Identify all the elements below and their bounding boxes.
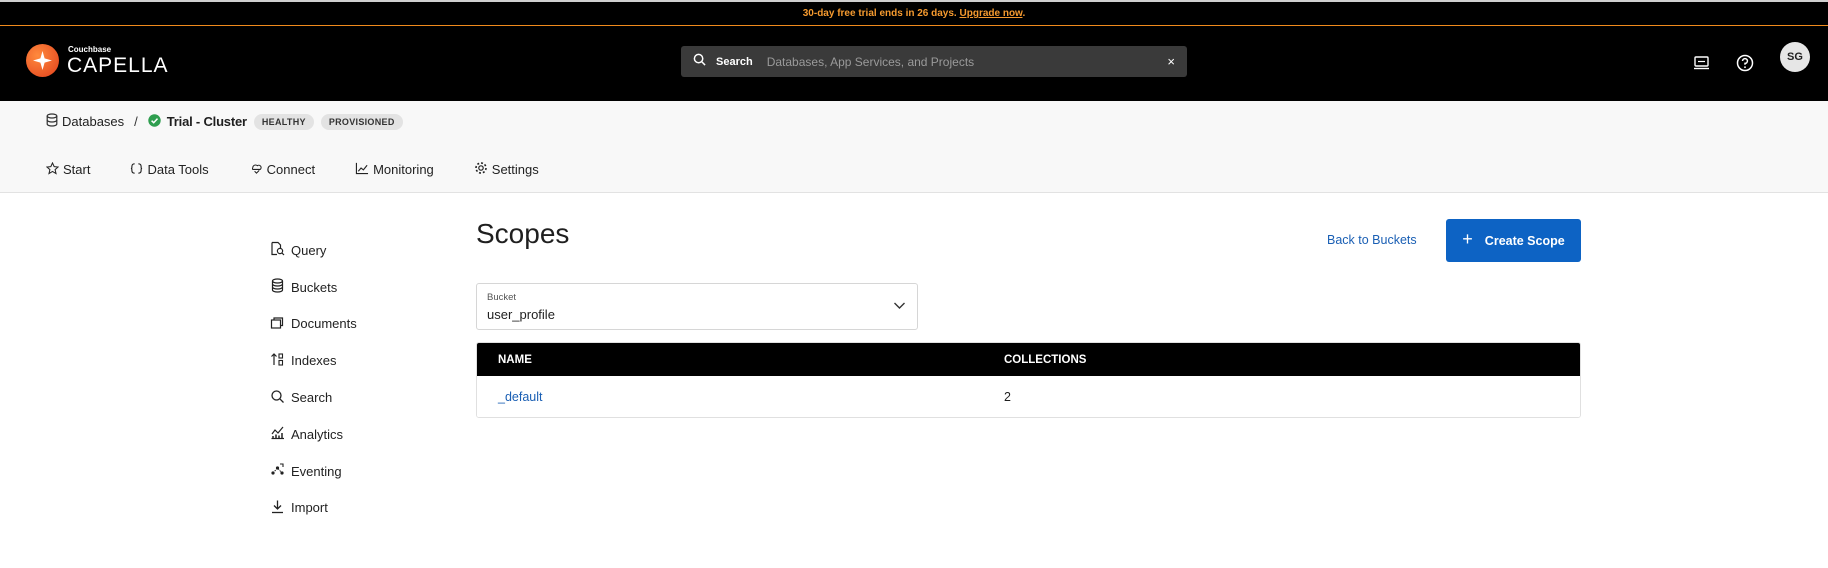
sort-index-icon [270, 352, 291, 370]
sidenav-label: Search [291, 390, 333, 406]
create-scope-label: Create Scope [1484, 233, 1565, 248]
search-icon [270, 389, 291, 407]
avatar[interactable]: SG [1780, 42, 1810, 72]
query-icon [270, 241, 291, 259]
sidenav-label: Analytics [291, 426, 344, 442]
sidenav-label: Buckets [291, 279, 338, 295]
status-badge: PROVISIONED [320, 113, 403, 130]
table-row: _default 2 [477, 376, 1580, 417]
scope-name-link[interactable]: _default [498, 390, 542, 404]
trial-banner: 30-day free trial ends in 26 days. Upgra… [0, 2, 1828, 26]
breadcrumb-separator: / [134, 114, 138, 129]
close-icon[interactable]: × [1167, 54, 1175, 69]
search-icon [693, 53, 706, 71]
trial-suffix: . [1022, 8, 1026, 19]
create-scope-button[interactable]: + Create Scope [1446, 219, 1581, 262]
braces-icon [130, 162, 147, 178]
sidenav-label: Documents [291, 316, 357, 332]
breadcrumb-databases[interactable]: Databases [62, 114, 124, 129]
global-search[interactable]: Search × [681, 46, 1187, 77]
column-header-collections[interactable]: COLLECTIONS [1004, 354, 1580, 366]
help-icon[interactable] [1735, 53, 1755, 73]
back-to-buckets-link[interactable]: Back to Buckets [1327, 233, 1417, 247]
sidenav-label: Indexes [291, 353, 337, 369]
cluster-name: Trial - Cluster [166, 114, 247, 129]
bucket-select-label: Bucket [487, 292, 517, 303]
database-icon [46, 113, 58, 130]
bucket-select[interactable]: Bucket user_profile [476, 283, 918, 330]
chart-line-icon [355, 162, 373, 178]
top-header: Couchbase CAPELLA Search × SG [0, 26, 1828, 101]
status-badge: HEALTHY [253, 113, 314, 130]
sidenav-label: Query [291, 242, 327, 258]
tab-monitoring[interactable]: Monitoring [355, 161, 434, 178]
sidenav-label: Eventing [291, 463, 342, 479]
tab-settings[interactable]: Settings [474, 161, 539, 178]
tab-label: Data Tools [147, 162, 209, 177]
gear-icon [474, 161, 492, 178]
breadcrumb: Databases / Trial - Cluster HEALTHY PROV… [46, 113, 403, 130]
page-title: Scopes [476, 218, 570, 249]
data-tools-sidenav: Query Buckets Documents Indexes Search A… [270, 232, 357, 526]
sidenav-item-query[interactable]: Query [270, 232, 357, 269]
table-header: NAME COLLECTIONS [477, 343, 1580, 376]
sidenav-item-search[interactable]: Search [270, 379, 357, 416]
brand-big: CAPELLA [67, 53, 169, 77]
scopes-table: NAME COLLECTIONS _default 2 [476, 342, 1581, 418]
sidenav-item-eventing[interactable]: Eventing [270, 453, 357, 490]
upgrade-link[interactable]: Upgrade now [960, 8, 1023, 19]
tab-start[interactable]: Start [45, 161, 91, 178]
analytics-icon [270, 425, 291, 443]
tab-data-tools[interactable]: Data Tools [130, 161, 209, 178]
tab-label: Start [63, 162, 91, 177]
collections-count: 2 [1004, 389, 1011, 404]
sidenav-item-indexes[interactable]: Indexes [270, 342, 357, 379]
tab-connect[interactable]: Connect [249, 161, 315, 178]
bucket-select-value: user_profile [487, 307, 555, 322]
cluster-subheader: Databases / Trial - Cluster HEALTHY PROV… [0, 101, 1828, 193]
tab-label: Monitoring [373, 162, 434, 177]
database-icon [270, 278, 291, 296]
brand-small: Couchbase [68, 44, 112, 54]
capella-star-icon [26, 44, 59, 77]
sidenav-item-analytics[interactable]: Analytics [270, 416, 357, 453]
download-icon [270, 499, 291, 517]
sidenav-item-documents[interactable]: Documents [270, 306, 357, 343]
column-header-name[interactable]: NAME [477, 354, 1004, 366]
tab-label: Connect [266, 162, 316, 177]
trial-text: 30-day free trial ends in 26 days. [802, 8, 960, 19]
healthy-check-icon [148, 113, 161, 130]
search-label: Search [716, 55, 753, 68]
sidenav-label: Import [291, 500, 328, 516]
sidenav-item-import[interactable]: Import [270, 490, 357, 527]
star-icon [45, 161, 63, 178]
kbd-icon[interactable] [1691, 53, 1711, 73]
tab-label: Settings [491, 162, 539, 177]
connect-icon [249, 162, 267, 178]
documents-icon [270, 315, 291, 333]
sidenav-item-buckets[interactable]: Buckets [270, 269, 357, 306]
capella-logo[interactable]: Couchbase CAPELLA [26, 44, 169, 77]
search-input[interactable] [766, 54, 1168, 69]
cluster-tabs: Start Data Tools Connect Monitoring Sett… [45, 161, 579, 178]
plus-icon: + [1462, 229, 1473, 249]
eventing-icon [270, 462, 291, 480]
